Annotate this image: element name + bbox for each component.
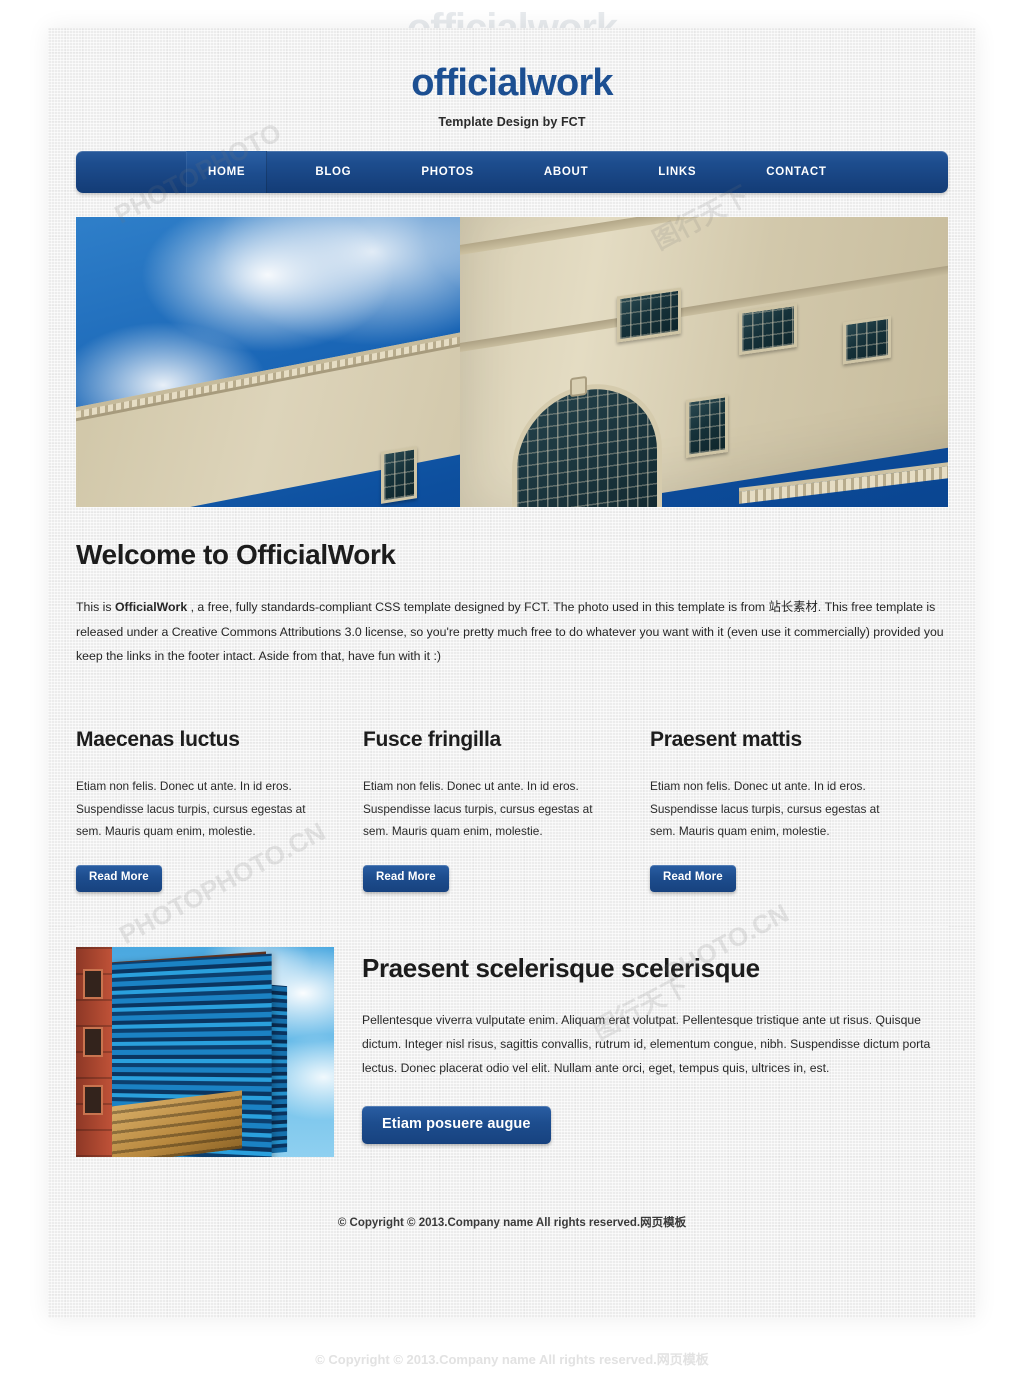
- column-fusce-fringilla: Fusce fringilla Etiam non felis. Donec u…: [363, 728, 619, 892]
- three-column-section: Maecenas luctus Etiam non felis. Donec u…: [76, 700, 948, 926]
- hero-window: [381, 446, 418, 504]
- nav-item-blog[interactable]: BLOG: [293, 151, 373, 193]
- hero-window: [686, 393, 729, 458]
- site-header: officialwork Template Design by FCT: [48, 28, 976, 129]
- nav-item-links[interactable]: LINKS: [636, 151, 718, 193]
- main-content: Welcome to OfficialWork This is Official…: [76, 507, 948, 1230]
- read-more-button[interactable]: Read More: [76, 865, 162, 892]
- column-maecenas-luctus: Maecenas luctus Etiam non felis. Donec u…: [76, 728, 332, 892]
- feature-brick-window: [83, 968, 103, 999]
- column-heading: Maecenas luctus: [76, 727, 240, 751]
- column-body: Etiam non felis. Donec ut ante. In id er…: [650, 778, 880, 839]
- site-footer: © Copyright © 2013.Company name All righ…: [76, 1192, 948, 1230]
- feature-text: Praesent scelerisque scelerisque Pellent…: [362, 947, 948, 1157]
- page-sheet: PHOTOPHOTO PHOTOPHOTO.CN 图行天下 PHOTO.CN 图…: [48, 28, 976, 1318]
- site-logo[interactable]: officialwork: [48, 64, 976, 102]
- column-heading: Praesent mattis: [650, 727, 802, 751]
- etiam-posuere-augue-button[interactable]: Etiam posuere augue: [362, 1106, 551, 1144]
- welcome-text-lead: This is: [76, 600, 115, 614]
- welcome-paragraph: This is OfficialWork , a free, fully sta…: [76, 595, 948, 669]
- welcome-heading: Welcome to OfficialWork: [76, 539, 396, 570]
- hero-window: [616, 287, 681, 343]
- feature-heading: Praesent scelerisque scelerisque: [362, 952, 760, 983]
- feature-image: [76, 946, 334, 1157]
- footer-copyright: © Copyright © 2013.Company name All righ…: [337, 1216, 687, 1229]
- welcome-brand-emphasis: OfficialWork: [114, 600, 188, 614]
- nav-bar: HOME BLOG PHOTOS ABOUT LINKS CONTACT: [76, 151, 948, 193]
- hero-window: [738, 302, 797, 355]
- hero-window: [843, 315, 892, 364]
- read-more-button[interactable]: Read More: [650, 865, 736, 892]
- feature-brick-window: [83, 1026, 103, 1057]
- welcome-text-rest: , a free, fully standards-compliant CSS …: [76, 600, 944, 664]
- feature-brick-building: [76, 946, 112, 1157]
- read-more-button[interactable]: Read More: [363, 865, 449, 892]
- column-body: Etiam non felis. Donec ut ante. In id er…: [76, 778, 306, 839]
- column-heading: Fusce fringilla: [363, 727, 501, 751]
- nav-item-home[interactable]: HOME: [186, 151, 268, 193]
- nav-item-photos[interactable]: PHOTOS: [399, 151, 496, 193]
- nav-item-about[interactable]: ABOUT: [522, 151, 610, 193]
- welcome-section: Welcome to OfficialWork This is Official…: [76, 507, 948, 699]
- hero-crest-ornament: [570, 375, 587, 397]
- feature-brick-window: [83, 1084, 103, 1115]
- hero-image: [76, 217, 948, 507]
- nav-item-contact[interactable]: CONTACT: [744, 151, 848, 193]
- column-praesent-mattis: Praesent mattis Etiam non felis. Donec u…: [650, 728, 906, 892]
- feature-paragraph: Pellentesque viverra vulputate enim. Ali…: [362, 1012, 931, 1075]
- feature-section: Praesent scelerisque scelerisque Pellent…: [76, 927, 948, 1191]
- column-body: Etiam non felis. Donec ut ante. In id er…: [363, 778, 593, 839]
- site-tagline: Template Design by FCT: [438, 115, 586, 129]
- bottom-watermark: © Copyright © 2013.Company name All righ…: [315, 1352, 709, 1367]
- primary-navigation: HOME BLOG PHOTOS ABOUT LINKS CONTACT: [76, 151, 948, 193]
